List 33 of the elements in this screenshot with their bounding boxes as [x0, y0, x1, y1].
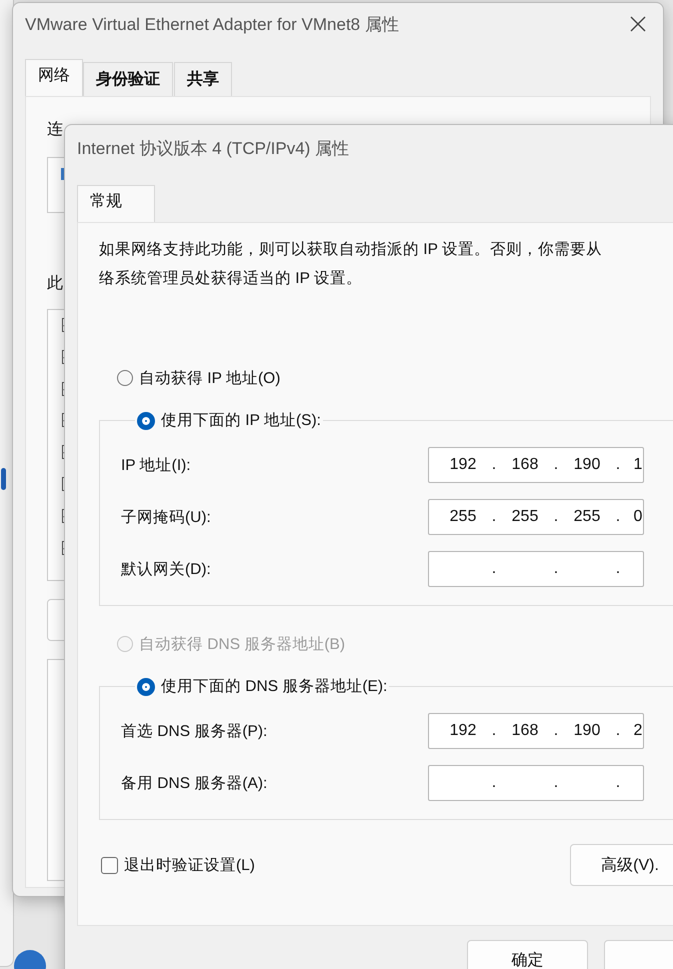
tab[interactable]: 常规 — [77, 185, 155, 222]
tab[interactable]: 网络 — [25, 59, 83, 96]
advanced-button[interactable]: 高级(V). — [570, 844, 673, 886]
field-label: IP 地址(I): — [121, 456, 192, 476]
window-title: VMware Virtual Ethernet Adapter for VMnet8 属性 — [25, 14, 400, 36]
radio-button[interactable] — [137, 678, 155, 696]
radio-button[interactable] — [117, 370, 133, 386]
description-text: 如果网络支持此功能，则可以获取自动指派的 IP 设置。否则，你需要从 — [99, 240, 603, 260]
field-label: 首选 DNS 服务器(P): — [121, 722, 268, 742]
section-label: 此 — [47, 274, 63, 294]
section-label: 连 — [47, 120, 63, 140]
ip-address-field[interactable]: 192 . 168 . 190 . 1 — [428, 447, 644, 483]
field-label: 子网掩码(U): — [121, 508, 212, 528]
field-label: 备用 DNS 服务器(A): — [121, 774, 268, 794]
dialog-title: Internet 协议版本 4 (TCP/IPv4) 属性 — [77, 138, 350, 160]
radio-label: 自动获得 DNS 服务器地址(B) — [139, 634, 345, 654]
ok-button[interactable]: 确定 — [467, 940, 588, 969]
description-text: 络系统管理员处获得适当的 IP 设置。 — [99, 269, 363, 289]
ip-address-field[interactable]: . . . — [428, 551, 644, 587]
scroll-indicator — [1, 468, 6, 490]
radio-label: 自动获得 IP 地址(O) — [139, 368, 280, 388]
ip-address-field[interactable]: 255 . 255 . 255 . 0 — [428, 499, 644, 535]
field-label: 默认网关(D): — [121, 560, 212, 580]
radio-label: 使用下面的 IP 地址(S): — [161, 411, 321, 431]
radio-label: 使用下面的 DNS 服务器地址(E): — [161, 677, 388, 697]
tab[interactable]: 共享 — [174, 62, 232, 96]
radio-button[interactable] — [137, 412, 155, 430]
ip-address-field[interactable]: . . . — [428, 765, 644, 801]
close-icon[interactable] — [629, 15, 647, 33]
checkbox[interactable] — [101, 856, 118, 874]
checkbox-label: 退出时验证设置(L) — [124, 856, 255, 876]
tab[interactable]: 身份验证 — [83, 62, 173, 96]
ip-address-field[interactable]: 192 . 168 . 190 . 2 — [428, 713, 644, 749]
